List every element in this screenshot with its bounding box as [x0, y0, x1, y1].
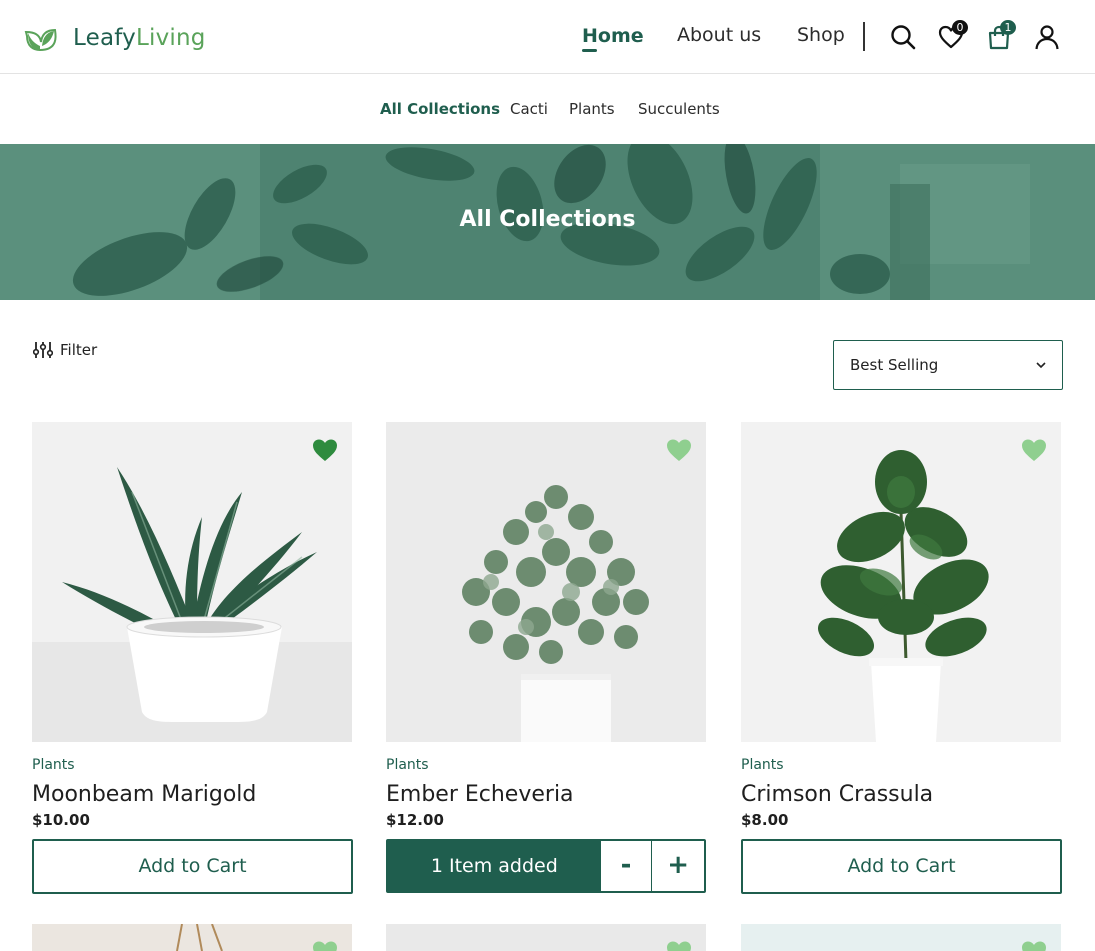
collection-nav: All Collections Cacti Plants Succulents — [0, 74, 1095, 144]
heart-filled-icon — [667, 439, 691, 461]
favorites-count-badge: 0 — [952, 20, 968, 35]
nav-home[interactable]: Home — [582, 22, 644, 50]
product-card-partial[interactable] — [32, 924, 352, 951]
product-card-partial[interactable] — [386, 924, 706, 951]
brand-logo[interactable]: LeafyLiving — [23, 22, 206, 54]
increase-quantity-button[interactable]: + — [652, 841, 704, 891]
heart-filled-icon — [667, 941, 691, 951]
filter-label: Filter — [60, 341, 98, 359]
product-price: $10.00 — [32, 811, 90, 829]
sort-select[interactable]: Best Selling — [833, 340, 1063, 390]
chevron-down-icon — [1036, 362, 1046, 369]
product-photo-eucalyptus — [386, 422, 706, 742]
brand-name-part1: Leafy — [73, 25, 136, 51]
brand-name-part2: Living — [135, 25, 206, 51]
product-card-partial[interactable] — [741, 924, 1061, 951]
product-photo-fiddle-leaf-fig — [741, 422, 1061, 742]
product-price: $8.00 — [741, 811, 789, 829]
filter-button[interactable]: Filter — [33, 341, 97, 359]
cart-count-badge: 1 — [1000, 20, 1016, 35]
add-to-cart-button[interactable]: Add to Cart — [741, 839, 1062, 894]
add-to-cart-button[interactable]: Add to Cart — [32, 839, 353, 894]
search-icon — [891, 25, 916, 50]
hero-banner: All Collections — [0, 144, 1095, 300]
product-image[interactable] — [32, 422, 352, 742]
items-added-label: 1 Item added — [388, 841, 601, 891]
product-photo-snake-plant — [32, 422, 352, 742]
product-category[interactable]: Plants — [386, 757, 706, 773]
product-image[interactable] — [386, 422, 706, 742]
product-price: $12.00 — [386, 811, 444, 829]
hero-title: All Collections — [459, 207, 636, 232]
product-category[interactable]: Plants — [32, 757, 352, 773]
product-image[interactable] — [741, 422, 1061, 742]
product-photo-partial — [32, 924, 352, 951]
cart-quantity-control: 1 Item added - + — [386, 839, 706, 893]
subnav-all-collections[interactable]: All Collections — [380, 100, 500, 118]
nav-active-indicator — [582, 49, 597, 52]
subnav-cacti[interactable]: Cacti — [510, 100, 548, 118]
account-button[interactable] — [1034, 24, 1060, 50]
favorite-toggle[interactable] — [312, 438, 338, 462]
favorite-toggle[interactable] — [666, 940, 692, 951]
sort-selected-value: Best Selling — [850, 356, 939, 374]
subnav-succulents[interactable]: Succulents — [638, 100, 720, 118]
nav-about[interactable]: About us — [677, 21, 761, 49]
nav-divider — [863, 22, 865, 51]
product-name[interactable]: Ember Echeveria — [386, 783, 706, 807]
decrease-quantity-button[interactable]: - — [600, 841, 653, 891]
nav-shop[interactable]: Shop — [797, 21, 845, 49]
brand-name: LeafyLiving — [73, 23, 206, 53]
search-button[interactable] — [890, 24, 916, 50]
product-category[interactable]: Plants — [741, 757, 1061, 773]
favorite-toggle[interactable] — [312, 940, 338, 951]
user-icon — [1035, 25, 1059, 50]
favorite-toggle[interactable] — [1021, 438, 1047, 462]
product-card: Plants Crimson Crassula $8.00 Add to Car… — [741, 422, 1062, 894]
subnav-plants[interactable]: Plants — [569, 100, 615, 118]
heart-filled-icon — [313, 439, 337, 461]
product-card: Plants Moonbeam Marigold $10.00 Add to C… — [32, 422, 353, 894]
product-card: Plants Ember Echeveria $12.00 1 Item add… — [386, 422, 706, 893]
favorite-toggle[interactable] — [1021, 940, 1047, 951]
leaf-logo-icon — [24, 28, 57, 52]
site-header: LeafyLiving Home About us Shop 0 1 — [0, 0, 1095, 74]
product-name[interactable]: Moonbeam Marigold — [32, 783, 352, 807]
favorite-toggle[interactable] — [666, 438, 692, 462]
heart-filled-icon — [1022, 941, 1046, 951]
heart-filled-icon — [1022, 439, 1046, 461]
product-name[interactable]: Crimson Crassula — [741, 783, 1061, 807]
heart-filled-icon — [313, 941, 337, 951]
sliders-icon — [33, 342, 53, 358]
